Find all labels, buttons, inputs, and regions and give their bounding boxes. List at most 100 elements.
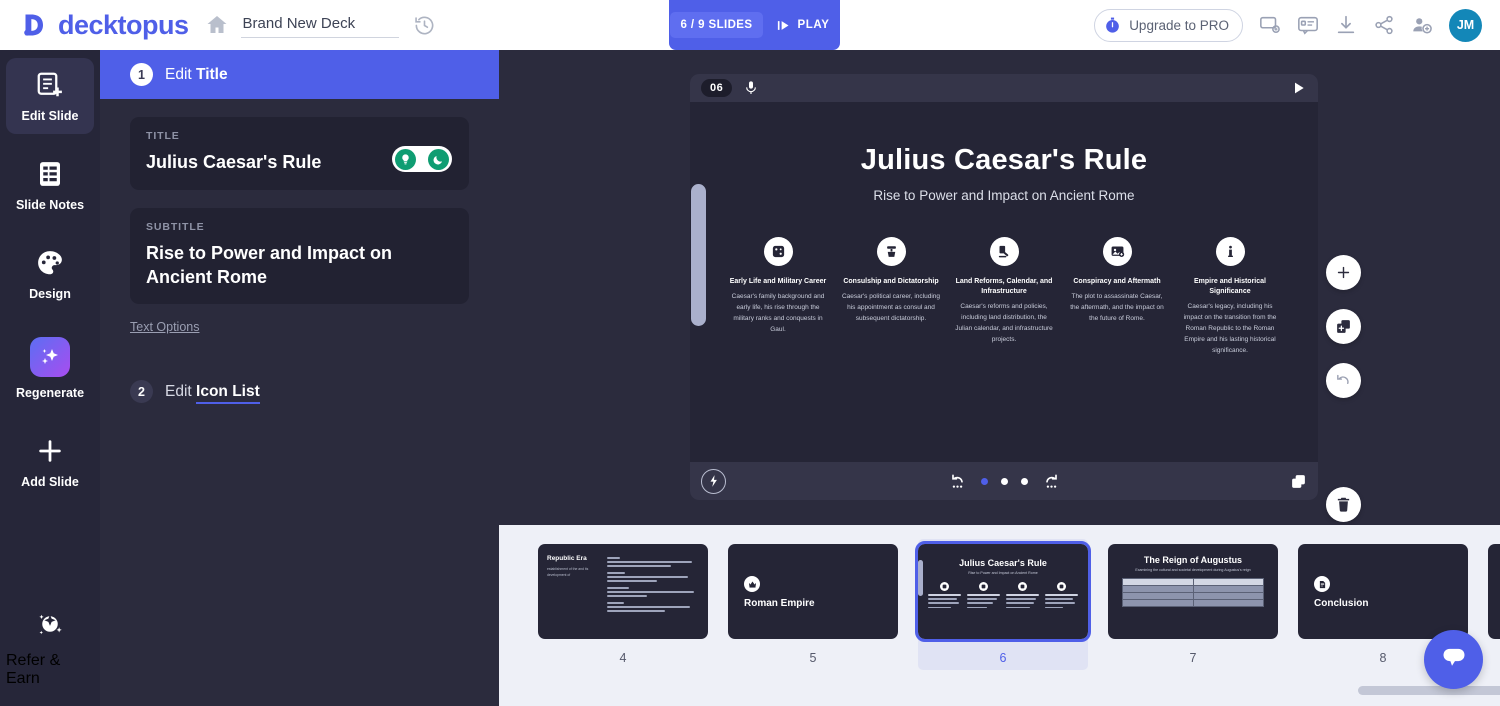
thumbnail-cell[interactable]: The Reign of Augustus Examining the cult… [1108,544,1278,665]
thumbnail-strip[interactable]: Republic Era establishment of the and it… [499,525,1500,706]
plus-icon [1337,266,1350,279]
redo-icon[interactable] [1041,472,1059,490]
stopwatch-icon [1106,17,1120,33]
thumbnail-scrollbar-track [998,686,1500,695]
icon-card[interactable]: Empire and Historical Significance Caesa… [1174,237,1287,357]
info-icon [1215,237,1245,266]
slide-dot[interactable] [980,477,988,485]
deck-title-input[interactable] [240,12,399,38]
icon-card-desc: Caesar's legacy, including his impact on… [1183,303,1277,354]
icon-card-desc: Caesar's reforms and policies, including… [955,303,1053,343]
gavel-icon [989,237,1019,266]
step-number-2: 2 [130,380,153,404]
sidebar-item-design[interactable]: Design [6,236,94,312]
microphone-icon[interactable] [743,80,759,96]
sidebar-label-edit-slide: Edit Slide [21,109,79,123]
add-slide-button[interactable] [1326,255,1361,290]
sidebar-item-refer-earn[interactable]: Refer & Earn [6,609,94,688]
thumbnail-6[interactable]: Julius Caesar's Rule Rise to Power and I… [915,541,1091,642]
thumbnail-number: 4 [619,651,627,665]
sparkles-icon [30,337,70,377]
edit-panel: 1 Edit Title TITLE Julius Caesar's Rule … [100,50,499,706]
upgrade-label: Upgrade to PRO [1129,17,1229,33]
thumbnail-5[interactable]: Roman Empire [728,544,898,639]
undo-icon[interactable] [950,472,968,490]
dice-icon [940,582,949,591]
thumb-title: Julius Caesar's Rule [959,558,1047,568]
icon-card[interactable]: Conspiracy and Aftermath The plot to ass… [1061,237,1174,357]
step-label-1: Edit Title [165,66,228,84]
upgrade-to-pro-button[interactable]: Upgrade to PRO [1094,8,1243,42]
thumbnail-scrollbar-thumb[interactable] [1358,686,1500,695]
add-collaborator-icon[interactable] [1411,14,1433,36]
icon-card-desc: Caesar's family background and early lif… [731,293,825,333]
thumbnail-cell[interactable]: Republic Era establishment of the and it… [538,544,708,665]
slide-canvas[interactable]: Julius Caesar's Rule Rise to Power and I… [690,102,1318,462]
thumbnail-cell[interactable]: Studying Ancie Exploring the lasting inf… [1488,544,1500,665]
brand-logo[interactable]: decktopus [22,11,189,39]
chat-fab-button[interactable] [1424,630,1483,689]
lightbulb-icon [395,148,416,170]
thumbnail-row: Republic Era establishment of the and it… [499,525,1500,670]
duplicate-slide-button[interactable] [1326,309,1361,344]
present-icon[interactable] [1259,14,1281,36]
thumbnail-cell-selected[interactable]: Julius Caesar's Rule Rise to Power and I… [915,539,1091,670]
subtitle-field-card[interactable]: SUBTITLE Rise to Power and Impact on Anc… [130,207,469,305]
step-number-1: 1 [130,63,153,86]
left-sidebar: Edit Slide Slide Notes Design Regenerate… [0,50,100,706]
slide-nav-controls [690,472,1318,490]
step-header-title[interactable]: 1 Edit Title [100,50,499,99]
thumb-table [1122,578,1264,607]
thumb-subtitle: Examining the cultural and societal deve… [1135,568,1251,572]
sidebar-item-edit-slide[interactable]: Edit Slide [6,58,94,134]
download-icon[interactable] [1335,14,1357,36]
icon-card[interactable]: Early Life and Military Career Caesar's … [722,237,835,357]
share-icon[interactable] [1373,14,1395,36]
thumbnail-8[interactable]: Conclusion [1298,544,1468,639]
sidebar-label-regenerate: Regenerate [15,386,85,400]
top-bar: decktopus 6 / 9 SLIDES PLAY Upg [0,0,1500,50]
thumb-title: Conclusion [1314,598,1369,609]
step-header-icon-list[interactable]: 2 Edit Icon List [100,367,499,416]
play-icon [778,20,789,30]
sidebar-item-regenerate[interactable]: Regenerate [6,325,94,411]
chat-bubble-icon [1440,643,1468,676]
slide-subtitle: Rise to Power and Impact on Ancient Rome [873,188,1135,203]
icon-card-desc: Caesar's political career, including his… [841,293,941,322]
title-field-card[interactable]: TITLE Julius Caesar's Rule [130,117,469,190]
icon-card-title: Land Reforms, Calendar, and Infrastructu… [955,278,1053,296]
slide-play-icon[interactable] [1291,80,1307,96]
image-plus-icon [1102,237,1132,266]
slide-dot[interactable] [1000,477,1008,485]
play-button[interactable]: PLAY [766,11,839,40]
subtitle-field-label: SUBTITLE [146,220,205,233]
avatar[interactable]: JM [1449,8,1482,42]
slide-vertical-scrollbar[interactable] [691,184,706,326]
thumbnail-4[interactable]: Republic Era establishment of the and it… [538,544,708,639]
slide-stage: 06 Julius Caesar's Rule Rise to Power an… [499,50,1500,525]
thumbnail-cell[interactable]: Roman Empire 5 [728,544,898,665]
document-icon [1314,576,1330,592]
sidebar-item-add-slide[interactable]: Add Slide [6,424,94,500]
speaker-notes-icon[interactable] [1297,14,1319,36]
sidebar-label-refer-earn: Refer & Earn [6,652,61,687]
thumbnail-7[interactable]: The Reign of Augustus Examining the cult… [1108,544,1278,639]
ai-assist-toggle[interactable] [392,146,452,172]
thumb-scrollbar [918,560,923,596]
history-icon[interactable] [413,14,436,37]
subtitle-field-value[interactable]: Rise to Power and Impact on Ancient Rome [146,242,453,290]
sidebar-item-slide-notes[interactable]: Slide Notes [6,147,94,223]
icon-card-title: Empire and Historical Significance [1194,278,1266,296]
app-root: decktopus 6 / 9 SLIDES PLAY Upg [0,0,1500,706]
delete-slide-button[interactable] [1326,487,1361,522]
home-icon[interactable] [205,13,229,37]
slide-dot[interactable] [1020,477,1028,485]
revert-slide-button[interactable] [1326,363,1361,398]
thumbnail-9[interactable]: Studying Ancie Exploring the lasting inf… [1488,544,1500,639]
icon-card[interactable]: Land Reforms, Calendar, and Infrastructu… [948,237,1061,357]
text-options-link[interactable]: Text Options [130,320,199,334]
moon-icon [428,148,449,170]
step-label-2: Edit Icon List [165,382,260,404]
icon-card[interactable]: Consulship and Dictatorship Caesar's pol… [835,237,948,357]
slide-preview[interactable]: 06 Julius Caesar's Rule Rise to Power an… [690,74,1318,500]
